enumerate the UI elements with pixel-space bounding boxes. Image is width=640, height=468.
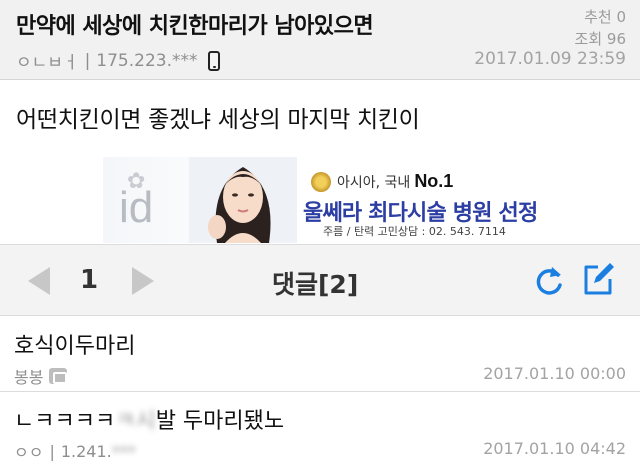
post-body: 어떤치킨이면 좋겠냐 세상의 마지막 치킨이 — [16, 107, 420, 133]
comment-author-row: 봉봉 — [14, 364, 68, 388]
comment-date: 2017.01.10 00:00 — [483, 364, 626, 383]
ad-logo-text: id — [119, 183, 154, 232]
post-date: 2017.01.09 23:59 — [474, 49, 626, 69]
comment-author[interactable]: 봉봉 — [14, 364, 43, 388]
post-meta: ㅇㄴㅂㅓ | 175.223.*** — [16, 48, 220, 73]
comment-ip: 1.241. — [60, 441, 112, 461]
comment-text-rest: 발 두마리됐노 — [155, 409, 285, 434]
comment-text-blurred: ㅋ시 — [115, 409, 156, 434]
ad-contact: 주름 / 탄력 고민상담 : 02. 543. 7114 — [323, 225, 506, 238]
view-count: 조회 96 — [574, 30, 626, 48]
meta-separator: | — [84, 50, 91, 71]
refresh-icon[interactable] — [531, 263, 567, 299]
ad-award: 아시아, 국내 No.1 — [311, 171, 453, 192]
comment-author[interactable]: ㅇㅇ — [14, 439, 43, 463]
ad-logo: ✿ id — [113, 165, 173, 235]
ad-model-image — [189, 157, 297, 243]
meta-separator: | — [49, 441, 55, 461]
phone-icon — [207, 50, 220, 71]
post-stats: 추천 0 조회 96 — [575, 6, 626, 50]
comment-count-title: 댓글[2] — [272, 270, 359, 299]
comment-date: 2017.01.10 04:42 — [483, 439, 626, 458]
comment-item: 호식이두마리 봉봉 2017.01.10 00:00 — [0, 316, 640, 392]
post-header: 만약에 세상에 치킨한마리가 남아있으면 추천 0 조회 96 ㅇㄴㅂㅓ | 1… — [0, 0, 640, 80]
comment-text: 호식이두마리 — [14, 334, 136, 359]
comment-item: ㄴㅋㅋㅋㅋㅋ시발 두마리됐노 ㅇㅇ | 1.241. *** 2017.01.10… — [0, 393, 640, 468]
ad-tag: 아시아, 국내 — [337, 174, 411, 191]
post-ip: 175.223.*** — [96, 50, 198, 71]
page-number: 1 — [80, 265, 99, 295]
recommend-count: 추천 0 — [584, 8, 626, 26]
comment-ip-blurred: *** — [111, 441, 136, 461]
comment-bar: 1 댓글[2] — [0, 244, 640, 316]
comment-author-row: ㅇㅇ | 1.241. *** — [14, 439, 136, 463]
ad-no1: No.1 — [414, 171, 454, 191]
post-title: 만약에 세상에 치킨한마리가 남아있으면 — [16, 14, 374, 39]
app-badge-icon — [49, 368, 68, 384]
prev-page-icon[interactable] — [28, 267, 50, 295]
comment-text-visible: ㄴㅋㅋㅋㅋ — [14, 409, 116, 434]
write-icon[interactable] — [580, 261, 616, 297]
ad-banner[interactable]: ✿ id 아시아, 국내 No.1 울쎄라 최다시술 병원 선정 주름 / 탄력… — [103, 157, 537, 243]
medal-icon — [311, 171, 331, 192]
next-page-icon[interactable] — [132, 267, 154, 295]
comment-text: ㄴㅋㅋㅋㅋㅋ시발 두마리됐노 — [14, 403, 284, 435]
post-author[interactable]: ㅇㄴㅂㅓ — [16, 48, 79, 73]
